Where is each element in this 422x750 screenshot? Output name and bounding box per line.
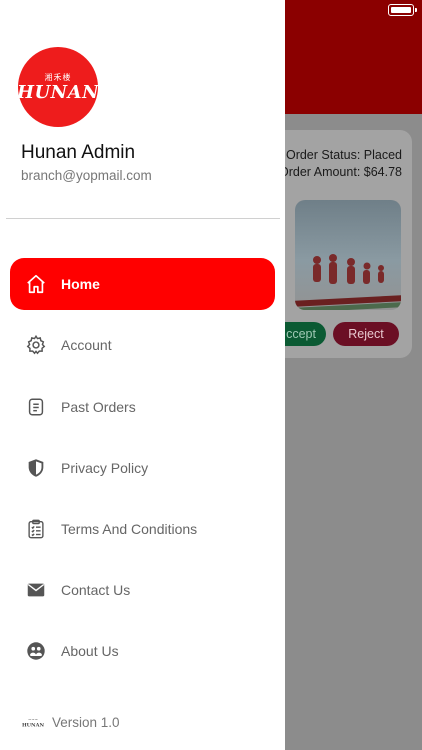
clipboard-icon — [25, 518, 47, 540]
menu-label: Terms And Conditions — [61, 521, 198, 537]
navigation-drawer: 湘禾楼 HUNAN Hunan Admin branch@yopmail.com… — [0, 0, 285, 750]
menu-label: Contact Us — [61, 582, 131, 598]
menu-label: Privacy Policy — [61, 460, 149, 476]
mail-icon — [25, 579, 47, 601]
menu-item-home[interactable]: Home — [10, 258, 275, 310]
home-icon — [25, 273, 47, 295]
order-image — [295, 200, 401, 310]
svg-text:HUNAN: HUNAN — [22, 722, 44, 727]
hunan-logo: 湘禾楼 HUNAN — [16, 47, 100, 127]
battery-icon — [388, 4, 417, 16]
logo-text: HUNAN — [16, 82, 100, 103]
reject-button[interactable]: Reject — [333, 322, 399, 346]
menu-item-account[interactable]: Account — [10, 319, 275, 371]
svg-text:~~~: ~~~ — [28, 717, 38, 722]
receipt-icon — [25, 396, 47, 418]
menu-item-past-orders[interactable]: Past Orders — [10, 381, 275, 433]
menu-label: About Us — [61, 643, 119, 659]
order-amount: Order Amount: $64.78 — [279, 165, 402, 179]
menu-item-terms[interactable]: Terms And Conditions — [10, 503, 275, 555]
menu-label: Home — [61, 276, 100, 292]
user-email: branch@yopmail.com — [21, 168, 152, 183]
version-label: Version 1.0 — [52, 715, 120, 730]
menu-label: Past Orders — [61, 399, 136, 415]
version-row: ~~~ HUNAN Version 1.0 — [22, 715, 120, 730]
menu-item-about-us[interactable]: About Us — [10, 625, 275, 677]
divider — [6, 218, 280, 219]
menu-item-privacy-policy[interactable]: Privacy Policy — [10, 442, 275, 494]
gear-icon — [25, 334, 47, 356]
shield-icon — [25, 457, 47, 479]
menu-item-contact-us[interactable]: Contact Us — [10, 564, 275, 616]
people-icon — [25, 640, 47, 662]
order-status: Order Status: Placed — [285, 148, 402, 162]
small-logo-icon: ~~~ HUNAN — [22, 717, 45, 729]
menu-label: Account — [61, 337, 112, 353]
user-name: Hunan Admin — [21, 142, 136, 163]
people-illustration — [313, 254, 384, 284]
